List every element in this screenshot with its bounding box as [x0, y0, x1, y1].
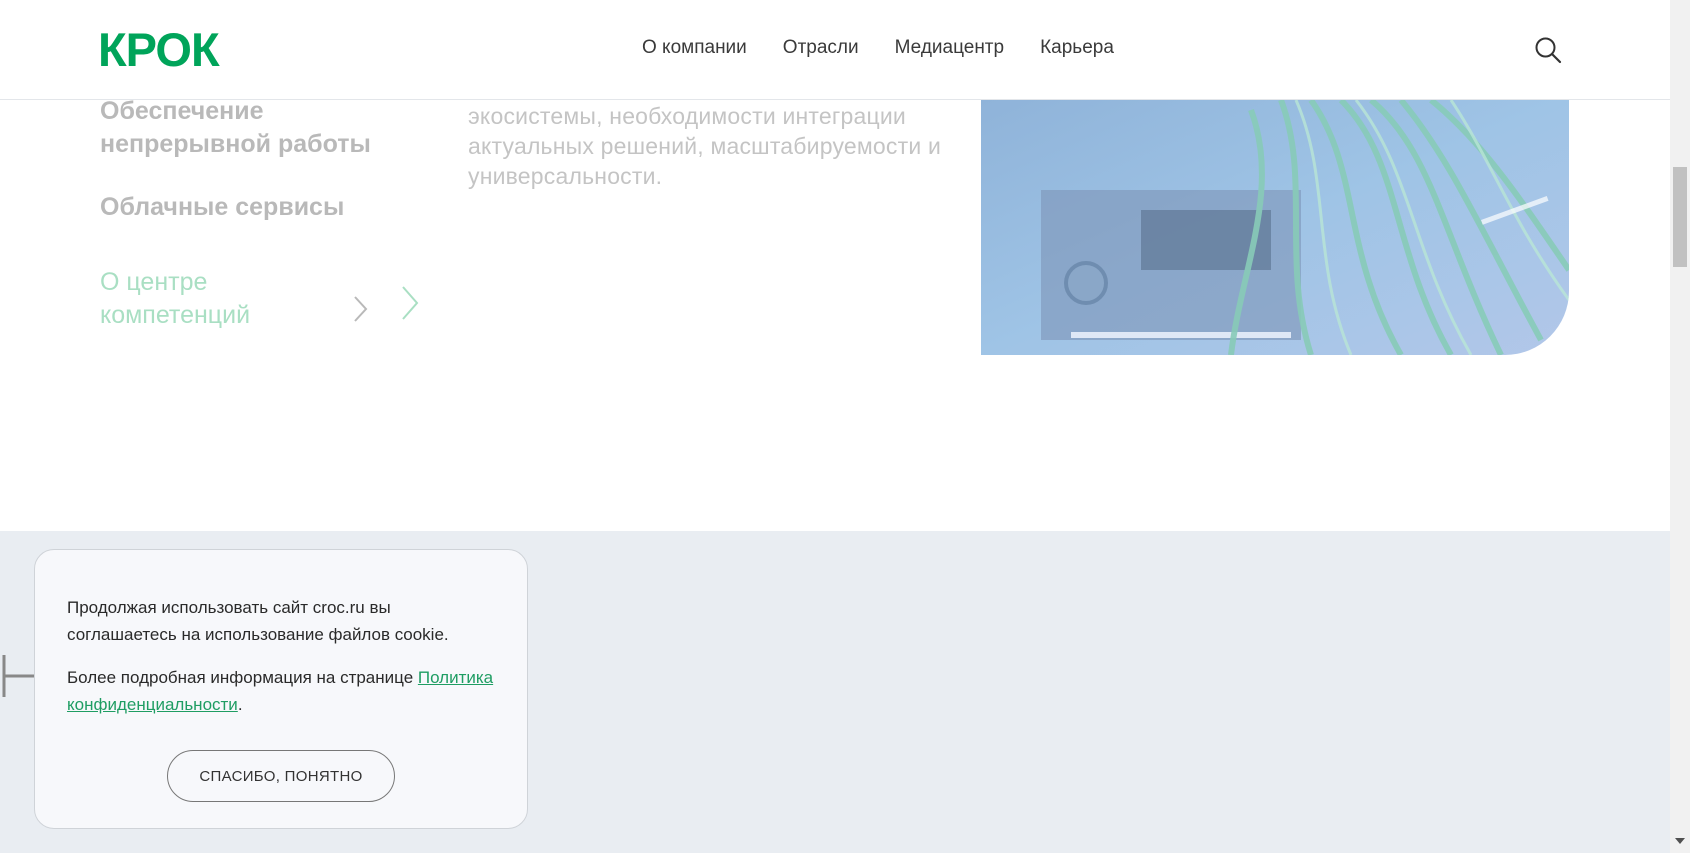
- hero-image: [981, 100, 1569, 355]
- sidebar-item-continuity[interactable]: Обеспечение непрерывной работы: [100, 95, 400, 161]
- site-header: КРОК О компании Отрасли Медиацентр Карье…: [0, 0, 1670, 100]
- logo[interactable]: КРОК: [98, 26, 220, 73]
- cookie-banner: Продолжая использовать сайт croc.ru вы с…: [34, 549, 528, 829]
- scrollbar-thumb[interactable]: [1673, 167, 1687, 267]
- search-icon[interactable]: [1534, 36, 1562, 64]
- scrollbar[interactable]: [1670, 0, 1690, 853]
- scroll-down-icon[interactable]: [1674, 836, 1686, 846]
- sidebar-item-cloud[interactable]: Облачные сервисы: [100, 191, 344, 224]
- chevron-right-icon: [354, 296, 368, 322]
- chevron-right-icon: [402, 286, 419, 320]
- services-section: Обеспечение непрерывной работы Облачные …: [0, 97, 1670, 531]
- main-nav: О компании Отрасли Медиацентр Карьера: [642, 36, 1114, 60]
- cookie-info-suffix: .: [237, 695, 243, 714]
- sidebar-item-label: Облачные сервисы: [100, 193, 345, 221]
- cookie-accept-button[interactable]: СПАСИБО, ПОНЯТНО: [167, 750, 395, 802]
- cables-illustration: [981, 100, 1569, 355]
- sidebar-item-competence-center[interactable]: О центре компетенций: [100, 266, 330, 332]
- nav-item-mediacenter[interactable]: Медиацентр: [895, 36, 1004, 60]
- partial-heading-glyph: [2, 655, 34, 697]
- nav-item-industries[interactable]: Отрасли: [783, 36, 859, 60]
- cookie-text: Продолжая использовать сайт croc.ru вы с…: [67, 598, 449, 644]
- cookie-info-text: Более подробная информация на странице П…: [67, 664, 497, 718]
- nav-item-career[interactable]: Карьера: [1040, 36, 1114, 60]
- cookie-info-prefix: Более подробная информация на странице: [67, 668, 418, 687]
- nav-item-company[interactable]: О компании: [642, 36, 747, 60]
- description-text: экосистемы, необходимости интеграции акт…: [468, 103, 942, 189]
